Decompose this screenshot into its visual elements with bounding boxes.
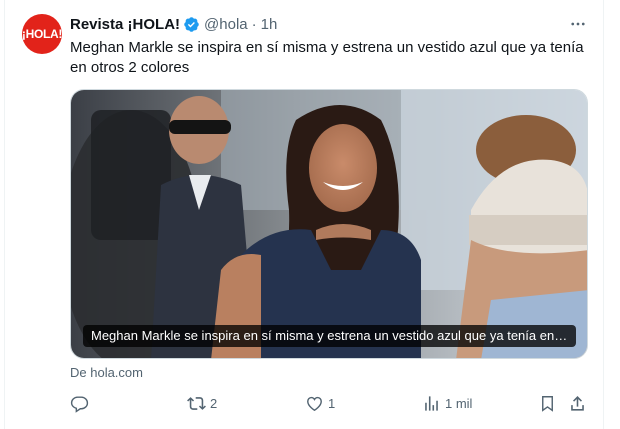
reply-button[interactable]	[70, 388, 93, 418]
bookmark-button[interactable]	[538, 388, 557, 418]
views-count: 1 mil	[445, 395, 473, 411]
author-handle[interactable]: @hola	[204, 16, 248, 33]
like-icon	[307, 396, 322, 411]
link-source[interactable]: De hola.com	[70, 365, 143, 380]
article-photo	[71, 90, 587, 358]
tweet-header: Revista ¡HOLA! @hola · 1h	[70, 14, 277, 34]
header-separator: ·	[251, 15, 257, 33]
like-button[interactable]: 1	[305, 388, 335, 418]
bookmark-icon	[542, 395, 553, 412]
tweet-actions: 2 1 1 mil	[62, 388, 592, 418]
more-icon[interactable]	[568, 14, 588, 34]
retweet-button[interactable]: 2	[187, 388, 217, 418]
timeline-border-left	[4, 0, 5, 429]
tweet-text: Meghan Markle se inspira en sí misma y e…	[70, 39, 584, 76]
reply-icon	[70, 395, 89, 413]
avatar[interactable]: ¡HOLA!	[22, 14, 62, 54]
retweet-icon	[187, 396, 206, 410]
share-button[interactable]	[568, 388, 587, 418]
media-caption: Meghan Markle se inspira en sí misma y e…	[83, 325, 576, 347]
link-card-image[interactable]: Meghan Markle se inspira en sí misma y e…	[70, 89, 588, 359]
tweet-timestamp[interactable]: 1h	[261, 16, 278, 33]
verified-badge-icon	[184, 16, 199, 32]
avatar-logo-text: ¡HOLA!	[22, 27, 62, 41]
views-icon	[425, 395, 438, 411]
share-icon	[571, 395, 584, 411]
like-count: 1	[328, 395, 336, 411]
author-name[interactable]: Revista ¡HOLA!	[70, 16, 180, 33]
retweet-count: 2	[210, 395, 218, 411]
tweet-card[interactable]: ¡HOLA! Revista ¡HOLA! @hola · 1h Meghan …	[0, 0, 620, 429]
views-button[interactable]: 1 mil	[422, 388, 472, 418]
timeline-border-right	[603, 0, 604, 429]
